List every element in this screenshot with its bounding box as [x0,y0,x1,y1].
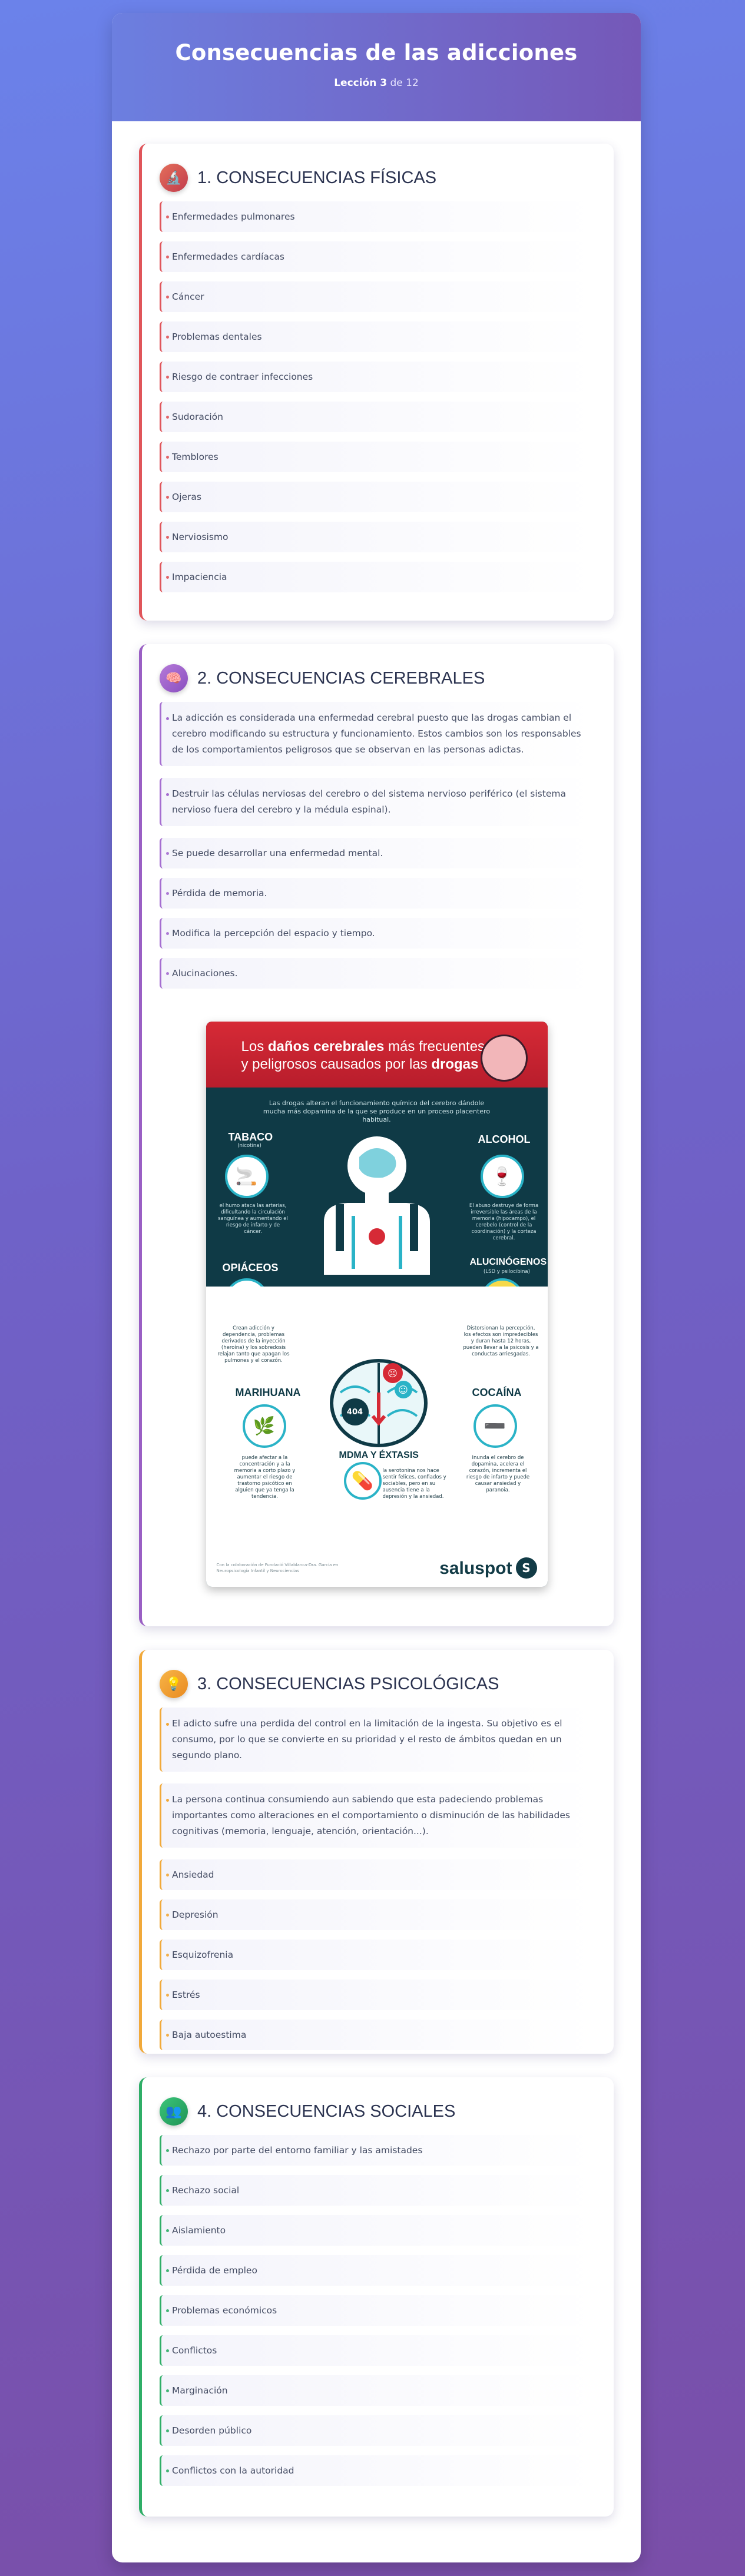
list-item: Modifica la percepción del espacio y tie… [160,918,594,949]
list-item: Baja autoestima [160,2020,594,2050]
list-item: Cáncer [160,281,594,312]
list-item: Depresión [160,1899,594,1930]
paragraph-item: El adicto sufre una perdida del control … [160,1708,594,1772]
list-item: Problemas dentales [160,321,594,352]
section-title: 3. CONSECUENCIAS PSICOLÓGICAS [197,1674,499,1693]
cigarette-icon: 🚬 [224,1155,269,1198]
infographic-title-part: más frecuentes [388,1039,485,1055]
saluspot-logo-text: saluspot [439,1559,512,1578]
cocaine-line-icon: ➖ [473,1404,517,1448]
cocaina-text: Inunda el cerebro de dopamina, acelera e… [466,1455,530,1493]
page-header: Consecuencias de las adicciones Lección … [112,13,641,121]
paragraph-item: La adicción es considerada una enfermeda… [160,702,594,766]
alcohol-label: ALCOHOL [478,1133,531,1145]
section-header: 👥 4. CONSECUENCIAS SOCIALES [160,2097,594,2126]
wine-glass-icon: 🍷 [480,1155,524,1198]
list-item: Aislamiento [160,2215,594,2246]
infographic-title-part: y peligrosos causados por las [241,1056,428,1072]
tabaco-text: el humo ataca las arterias, dificultando… [218,1203,288,1235]
paragraph-item: La persona continua consumiendo aun sabi… [160,1783,594,1848]
list-item: Impaciencia [160,562,594,592]
cannabis-leaf-icon: 🌿 [242,1404,286,1448]
list-item: Conflictos [160,2335,594,2366]
lesson-total: de 12 [390,77,419,89]
brain-damage-infographic: Los daños cerebrales más frecuentes y pe… [206,1022,548,1587]
list-item: Ojeras [160,482,594,512]
alucinogenos-text: Distorsionan la percepción, los efectos … [463,1325,539,1357]
body-detail [409,1204,418,1251]
opiaceos-label: OPIÁCEOS [222,1262,279,1274]
paragraph-item: Destruir las células nerviosas del cereb… [160,778,594,826]
sad-face-icon: ☹ [382,1363,403,1383]
page-title: Consecuencias de las adicciones [175,40,578,65]
list-item: Se puede desarrollar una enfermedad ment… [160,838,594,868]
section-psychological: 💡 3. CONSECUENCIAS PSICOLÓGICAS El adict… [139,1650,614,2054]
section-title: 1. CONSECUENCIAS FÍSICAS [197,168,437,187]
microscope-icon: 🔬 [160,164,188,192]
alucinogenos-label: ALUCINÓGENOS [469,1257,547,1267]
list-item: Rechazo por parte del entorno familiar y… [160,2135,594,2166]
section-title: 2. CONSECUENCIAS CEREBRALES [197,668,485,688]
lesson-card: Consecuencias de las adicciones Lección … [112,13,641,2562]
section-cerebral: 🧠 2. CONSECUENCIAS CEREBRALES La adicció… [139,644,614,1626]
list-item: Ansiedad [160,1859,594,1890]
section-header: 💡 3. CONSECUENCIAS PSICOLÓGICAS [160,1670,594,1698]
infographic-title-part: daños cerebrales [267,1039,385,1055]
lightbulb-icon: 💡 [160,1670,188,1698]
list-item: Alucinaciones. [160,958,594,989]
list-item: Nerviosismo [160,522,594,552]
mdma-text: la serotonina nos hace sentir felices, c… [382,1468,446,1500]
brain-404-badge: 404 [341,1398,369,1425]
list-item: Pérdida de memoria. [160,878,594,909]
pills-icon: 💊 [343,1462,382,1500]
infographic-credit: Con la colaboración de Fundació Villabla… [216,1563,339,1573]
saluspot-logo-icon: S [515,1557,537,1579]
list-item: Desorden público [160,2415,594,2446]
section-social: 👥 4. CONSECUENCIAS SOCIALES Rechazo por … [139,2077,614,2517]
list-item: Conflictos con la autoridad [160,2455,594,2486]
section-header: 🧠 2. CONSECUENCIAS CEREBRALES [160,664,594,692]
tabaco-sublabel: (nicotina) [237,1143,261,1149]
opiaceos-text: Crean adicción y dependencia, problemas … [217,1325,290,1364]
list-item: Problemas económicos [160,2295,594,2326]
lesson-progress: Lección 3 de 12 [112,77,641,89]
list-item: Estrés [160,1980,594,2010]
section-title: 4. CONSECUENCIAS SOCIALES [197,2101,456,2121]
infographic-subtitle: Las drogas alteran el funcionamiento quí… [263,1099,491,1123]
list-item: Marginación [160,2375,594,2406]
list-item: Enfermedades cardíacas [160,241,594,272]
body-detail [335,1204,344,1251]
marihuana-label: MARIHUANA [235,1387,301,1398]
list-item: Esquizofrenia [160,1940,594,1970]
mdma-label: MDMA Y ÉXTASIS [339,1450,419,1460]
list-item: Riesgo de contraer infecciones [160,362,594,392]
brain-icon: 🧠 [160,664,188,692]
alcohol-text: El abuso destruye de forma irreversible … [469,1203,539,1241]
brain-illustration-icon [480,1035,528,1082]
infographic-title-part: drogas [431,1056,479,1072]
section-header: 🔬 1. CONSECUENCIAS FÍSICAS [160,164,594,192]
infographic-title-part: Los [241,1039,264,1055]
tabaco-label: TABACO [228,1131,273,1143]
list-item: Enfermedades pulmonares [160,201,594,232]
cocaina-label: COCAÍNA [472,1387,522,1398]
lesson-number: Lección 3 [334,77,388,89]
list-item: Rechazo social [160,2175,594,2206]
list-item: Pérdida de empleo [160,2255,594,2286]
list-item: Temblores [160,442,594,472]
list-item: Sudoración [160,402,594,432]
marihuana-text: puede afectar a la concentración y a la … [234,1455,296,1500]
smile-face-icon: ☺ [394,1381,412,1398]
lesson-content: 🔬 1. CONSECUENCIAS FÍSICAS Enfermedades … [112,121,641,2517]
people-icon: 👥 [160,2097,188,2126]
section-physical: 🔬 1. CONSECUENCIAS FÍSICAS Enfermedades … [139,144,614,621]
alucinogenos-sublabel: (LSD y psilocibina) [484,1269,530,1275]
